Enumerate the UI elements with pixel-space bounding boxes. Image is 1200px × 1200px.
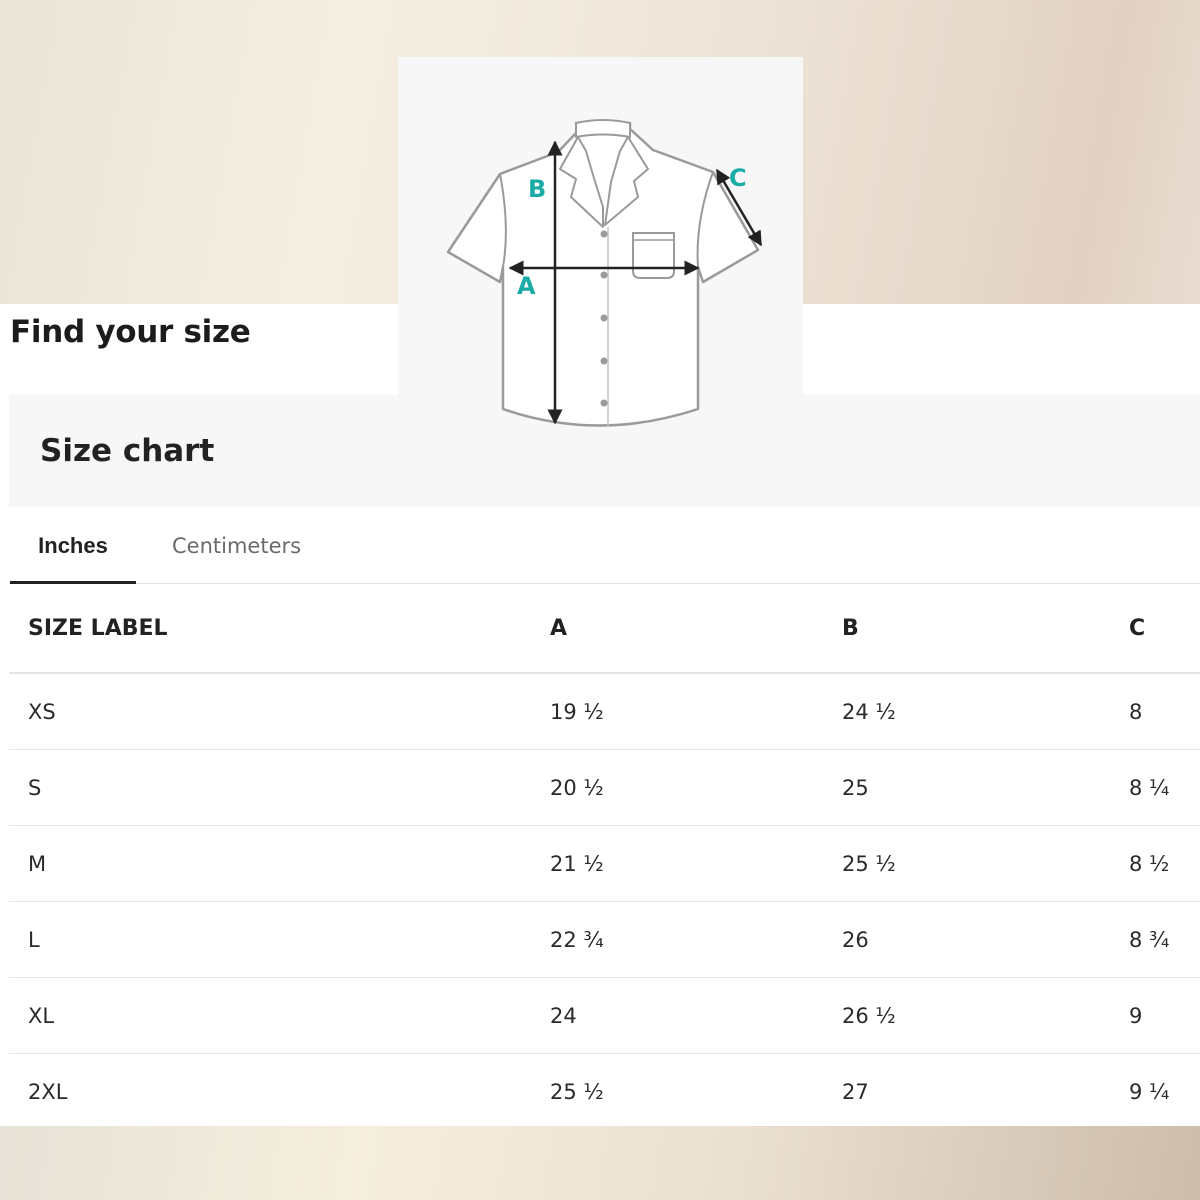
column-header-c: C	[1129, 585, 1200, 674]
table-row: M 21 ½ 25 ½ 8 ½	[9, 825, 1200, 902]
column-header-size-label: SIZE LABEL	[9, 585, 550, 674]
page-title: Find your size	[10, 314, 251, 350]
label-c: C	[729, 164, 747, 192]
size-cell: S	[9, 749, 550, 826]
measurement-a-cell: 25 ½	[550, 1079, 604, 1104]
measurement-c-cell: 8 ¼	[1129, 749, 1200, 826]
tab-inches[interactable]: Inches	[10, 508, 136, 584]
measurement-a-cell: 24	[550, 977, 842, 1054]
measurement-c-cell: 8 ½	[1129, 825, 1200, 902]
measurement-a-cell: 22 ¾	[550, 901, 842, 978]
label-a: A	[517, 272, 536, 300]
measurement-b-cell: 27	[842, 1079, 869, 1104]
measurement-b-cell: 25 ½	[842, 825, 1129, 902]
table-row: 2XL 25 ½ 27 9 ¼	[9, 1054, 1200, 1130]
measurement-b-cell: 24 ½	[842, 673, 1129, 750]
unit-tabs: Inches Centimeters	[9, 508, 1200, 584]
measurement-a-cell: 20 ½	[550, 749, 842, 826]
size-cell: L	[9, 901, 550, 978]
table-row: L 22 ¾ 26 8 ¾	[9, 901, 1200, 978]
table-row: XL 24 26 ½ 9	[9, 977, 1200, 1054]
measurement-c-cell: 8	[1129, 673, 1200, 750]
measurement-b-cell: 26	[842, 901, 1129, 978]
measurement-c-cell: 9	[1129, 977, 1200, 1054]
background-strip	[0, 1126, 1200, 1200]
measurement-c-cell: 8 ¾	[1129, 901, 1200, 978]
size-cell: XS	[9, 673, 550, 750]
size-cell: M	[9, 825, 550, 902]
size-cell: 2XL	[28, 1079, 68, 1104]
column-header-a: A	[550, 585, 842, 674]
measurement-c-cell: 9 ¼	[1129, 1079, 1170, 1104]
table-row: XS 19 ½ 24 ½ 8	[9, 673, 1200, 750]
measurement-a-cell: 21 ½	[550, 825, 842, 902]
size-cell: XL	[9, 977, 550, 1054]
measurement-b-cell: 26 ½	[842, 977, 1129, 1054]
table-header-row: SIZE LABEL A B C	[9, 585, 1200, 674]
size-table: SIZE LABEL A B C XS 19 ½ 24 ½ 8 S 20 ½ 2…	[9, 585, 1200, 1129]
column-header-b: B	[842, 585, 1129, 674]
label-b: B	[528, 175, 546, 203]
size-chart-title: Size chart	[40, 433, 215, 469]
measurement-a-cell: 19 ½	[550, 673, 842, 750]
table-row: S 20 ½ 25 8 ¼	[9, 749, 1200, 826]
measurement-b-cell: 25	[842, 749, 1129, 826]
tab-centimeters[interactable]: Centimeters	[172, 508, 301, 583]
shirt-illustration: A B C	[446, 119, 763, 427]
shirt-measurement-diagram: A B C	[398, 57, 803, 427]
